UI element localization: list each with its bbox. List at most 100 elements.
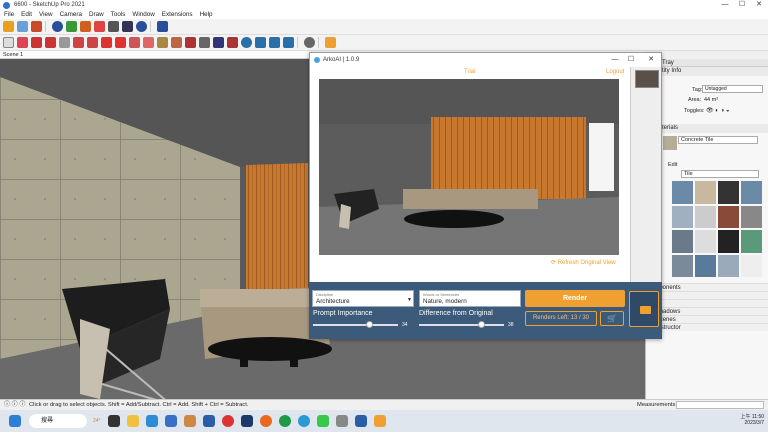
swatch[interactable]	[695, 205, 716, 228]
close-button[interactable]: ✕	[752, 0, 766, 10]
offset-icon[interactable]	[87, 37, 98, 48]
materials-edit-tab[interactable]: Edit	[668, 162, 677, 168]
styles-section[interactable]: yles	[646, 291, 768, 299]
swatch[interactable]	[695, 181, 716, 204]
clock[interactable]: 上午 11:50 2023/3/7	[734, 413, 764, 426]
minimize-button[interactable]: —	[718, 0, 732, 10]
visibility-toggle-icons[interactable]: 👁 ◐ ◑ ◒	[706, 107, 730, 114]
scenes-section[interactable]: ▸ Scenes	[646, 315, 768, 323]
maximize-button[interactable]: ☐	[735, 0, 749, 10]
components-section[interactable]: omponents	[646, 283, 768, 291]
cart-icon[interactable]: 🛒	[600, 311, 624, 326]
renders-left-button[interactable]: Renders Left: 13 / 30	[525, 311, 597, 326]
pencil-icon[interactable]	[31, 37, 42, 48]
push-pull-icon[interactable]	[73, 37, 84, 48]
difference-handle[interactable]	[478, 321, 485, 328]
swatch[interactable]	[672, 181, 693, 204]
new-icon[interactable]	[3, 21, 14, 32]
eraser-icon[interactable]	[17, 37, 28, 48]
swatch[interactable]	[672, 254, 693, 277]
menu-camera[interactable]: Camera	[60, 11, 82, 18]
rotate-icon[interactable]	[115, 37, 126, 48]
menu-extensions[interactable]: Extensions	[162, 11, 193, 18]
words-input[interactable]: Words or Sentences Nature, modern	[419, 290, 521, 307]
swatch[interactable]	[741, 230, 762, 253]
app-icon[interactable]	[183, 415, 196, 427]
tags-section[interactable]: gs	[646, 299, 768, 307]
arkoai-taskbar-icon[interactable]	[373, 415, 386, 427]
app-icon[interactable]	[202, 415, 215, 427]
swatch[interactable]	[741, 254, 762, 277]
arc-icon[interactable]	[45, 37, 56, 48]
steam-icon[interactable]	[240, 415, 253, 427]
swatch[interactable]	[718, 205, 739, 228]
select-arrow-icon[interactable]	[3, 37, 14, 48]
chrome-icon[interactable]	[221, 415, 234, 427]
swatch[interactable]	[695, 254, 716, 277]
add-location-icon[interactable]	[52, 21, 63, 32]
render-button[interactable]: Render	[525, 290, 625, 307]
swatch[interactable]	[718, 254, 739, 277]
extension-icon[interactable]	[283, 37, 294, 48]
message-icon[interactable]	[122, 21, 133, 32]
windows-start-icon[interactable]	[9, 415, 21, 427]
firefox-icon[interactable]	[259, 415, 272, 427]
folder-icon[interactable]	[629, 291, 659, 327]
material-name-input[interactable]: Concrete Tile	[678, 136, 758, 144]
info-icon[interactable]	[136, 21, 147, 32]
swatch[interactable]	[695, 230, 716, 253]
arkoai-icon[interactable]	[325, 37, 336, 48]
prompt-importance-handle[interactable]	[366, 321, 373, 328]
warehouse-icon[interactable]	[66, 21, 77, 32]
text-icon[interactable]	[157, 37, 168, 48]
move-icon[interactable]	[101, 37, 112, 48]
swatch[interactable]	[718, 181, 739, 204]
difference-slider[interactable]	[419, 324, 504, 326]
rectangle-icon[interactable]	[59, 37, 70, 48]
tag-select[interactable]: Untagged	[702, 85, 763, 93]
render-thumbnail[interactable]	[635, 70, 659, 88]
file-explorer-icon[interactable]	[126, 415, 139, 427]
app-icon[interactable]	[335, 415, 348, 427]
weather-widget[interactable]: 24°	[93, 418, 101, 424]
edge-icon[interactable]	[145, 415, 158, 427]
menu-edit[interactable]: Edit	[21, 11, 32, 18]
swatch[interactable]	[741, 181, 762, 204]
extension-warehouse-icon[interactable]	[80, 21, 91, 32]
orbit-icon[interactable]	[185, 37, 196, 48]
entity-info-header[interactable]: tity Info	[646, 67, 768, 76]
pan-icon[interactable]	[199, 37, 210, 48]
menu-view[interactable]: View	[39, 11, 53, 18]
logout-link[interactable]: Logout	[606, 69, 624, 75]
dialog-minimize-button[interactable]: —	[607, 53, 623, 67]
dialog-close-button[interactable]: ✕	[643, 53, 659, 67]
menu-help[interactable]: Help	[200, 11, 213, 18]
shadows-section[interactable]: ▸ Shadows	[646, 307, 768, 315]
extension-manager-icon[interactable]	[108, 21, 119, 32]
menu-window[interactable]: Window	[132, 11, 154, 18]
trial-link[interactable]: Trial	[464, 69, 475, 75]
refresh-original-view-link[interactable]: ⟳ Refresh Original View	[551, 259, 616, 266]
zoom-extents-icon[interactable]	[227, 37, 238, 48]
whatsapp-icon[interactable]	[278, 415, 291, 427]
prompt-importance-slider[interactable]	[313, 324, 398, 326]
telegram-icon[interactable]	[297, 415, 310, 427]
dialog-maximize-button[interactable]: ☐	[623, 53, 639, 67]
zoom-icon[interactable]	[213, 37, 224, 48]
measurements-input[interactable]	[676, 401, 764, 409]
scale-icon[interactable]	[129, 37, 140, 48]
send-to-layout-icon[interactable]	[94, 21, 105, 32]
share-model-icon[interactable]	[255, 37, 266, 48]
library-select[interactable]: Tile	[681, 170, 759, 178]
swatch[interactable]	[672, 230, 693, 253]
save-icon[interactable]	[31, 21, 42, 32]
3d-text-icon[interactable]	[269, 37, 280, 48]
profile-icon[interactable]	[304, 37, 315, 48]
taskbar-search[interactable]: 搜尋	[29, 414, 87, 428]
instructor-section[interactable]: ▸ Instructor	[646, 323, 768, 331]
line-icon[interactable]	[316, 415, 329, 427]
task-view-icon[interactable]	[107, 415, 120, 427]
sketchup-taskbar-icon[interactable]	[354, 415, 367, 427]
swatch[interactable]	[741, 205, 762, 228]
menu-file[interactable]: File	[4, 11, 14, 18]
